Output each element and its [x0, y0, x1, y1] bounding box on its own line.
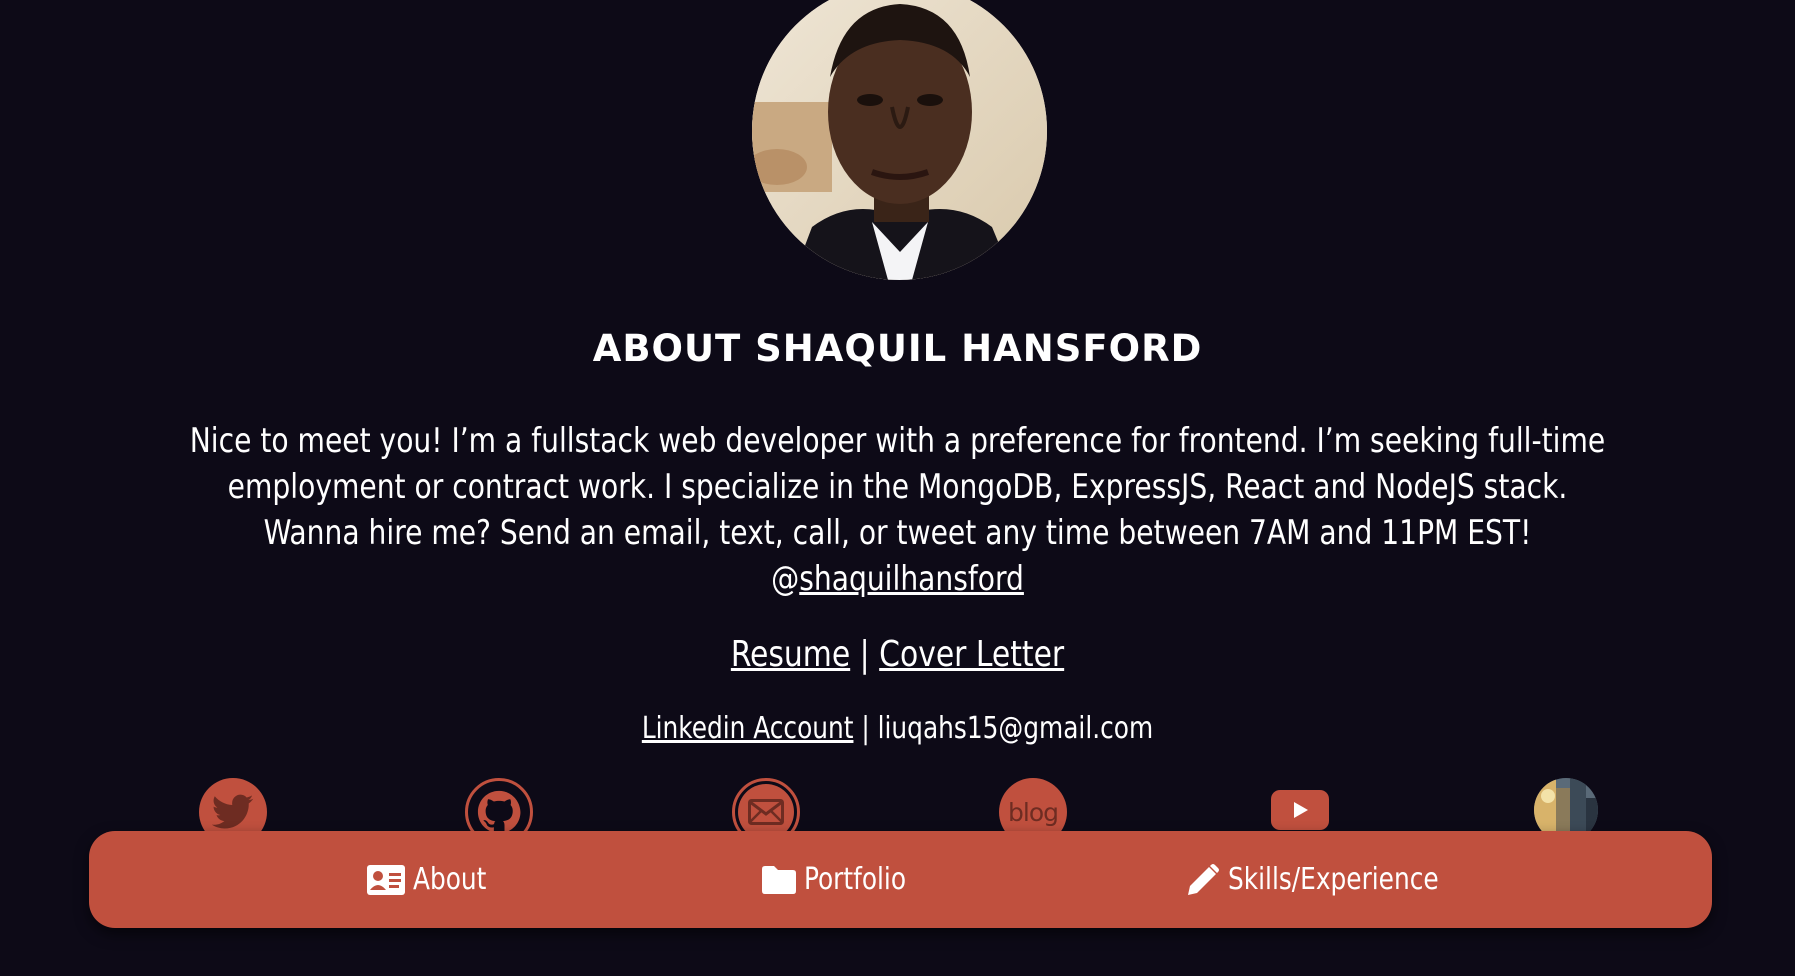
twitter-at-sign: @	[771, 559, 800, 599]
bio-paragraph: Nice to meet you! I’m a fullstack web de…	[155, 418, 1641, 602]
page-title: ABOUT SHAQUIL HANSFORD	[592, 327, 1203, 370]
bio-line: Nice to meet you! I’m a fullstack web de…	[189, 421, 1606, 461]
bio-line: employment or contract work. I specializ…	[227, 467, 1568, 507]
github-icon	[477, 790, 521, 833]
email-icon	[748, 799, 784, 825]
email-address: liuqahs15@gmail.com	[877, 711, 1154, 746]
youtube-icon	[1294, 802, 1308, 818]
youtube-button[interactable]	[1271, 790, 1329, 830]
separator: |	[859, 634, 870, 675]
nav-portfolio-label: Portfolio	[804, 862, 907, 897]
pencil-icon	[1188, 863, 1219, 895]
resume-link[interactable]: Resume	[731, 634, 850, 675]
blog-icon: blog	[1008, 797, 1059, 827]
separator: |	[861, 711, 870, 746]
folder-icon	[762, 865, 796, 894]
avatar	[752, 0, 1047, 280]
cover-letter-link[interactable]: Cover Letter	[879, 634, 1064, 675]
nav-about-label: About	[413, 862, 487, 897]
documents-links: Resume | Cover Letter	[72, 631, 1723, 679]
contact-line: Linkedin Account | liuqahs15@gmail.com	[72, 708, 1723, 750]
twitter-icon	[212, 794, 254, 829]
nav-skills-label: Skills/Experience	[1228, 862, 1439, 897]
about-page: ABOUT SHAQUIL HANSFORD Nice to meet you!…	[0, 0, 1795, 976]
nav-skills-experience[interactable]: Skills/Experience	[1186, 831, 1457, 928]
profile-photo	[752, 0, 1047, 280]
linkedin-link[interactable]: Linkedin Account	[642, 711, 854, 746]
id-card-icon	[367, 864, 405, 895]
nav-about[interactable]: About	[367, 831, 493, 928]
twitter-handle-link[interactable]: shaquilhansford	[799, 559, 1024, 599]
nav-portfolio[interactable]: Portfolio	[762, 831, 915, 928]
bottom-navbar: About Portfolio Skills/Experience	[89, 831, 1712, 928]
bio-line: Wanna hire me? Send an email, text, call…	[263, 513, 1532, 553]
